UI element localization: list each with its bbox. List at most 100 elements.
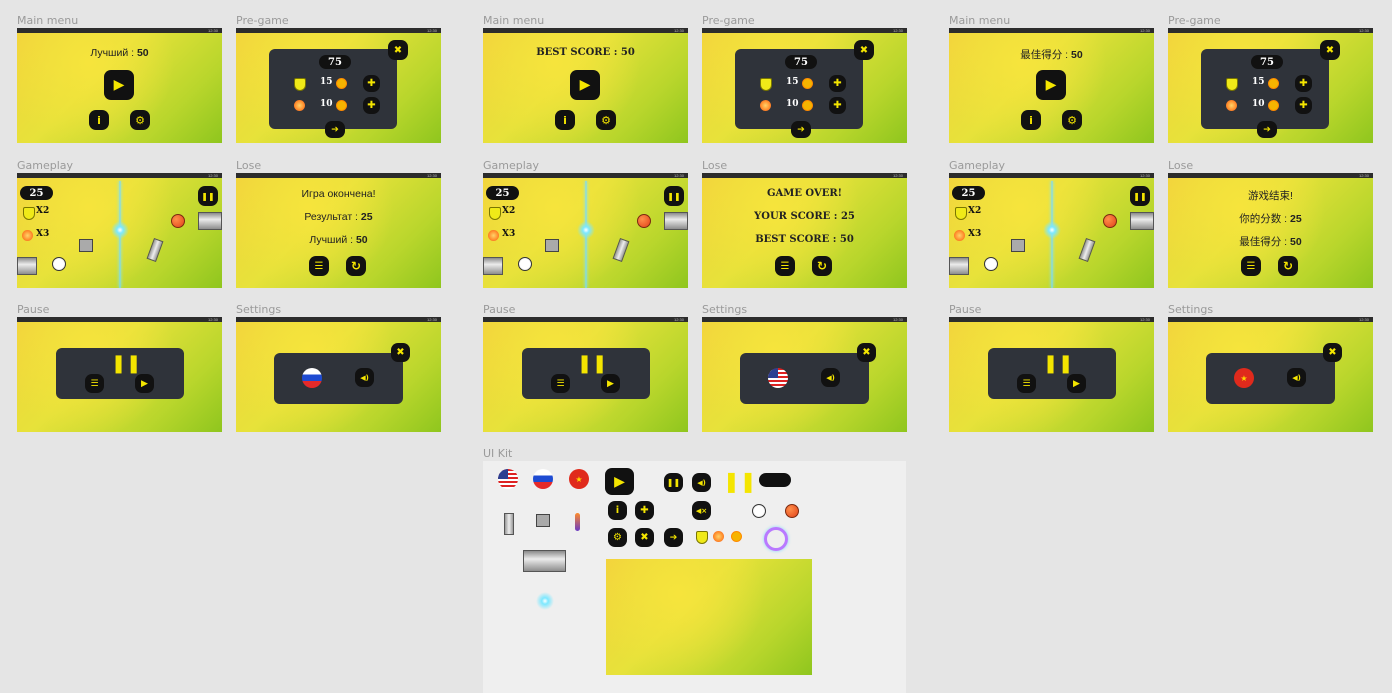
settings-button[interactable]: ⚙ <box>596 110 616 130</box>
menu-button[interactable]: ☰ <box>775 256 795 276</box>
language-flag-button[interactable] <box>302 368 322 388</box>
restart-button[interactable]: ↻ <box>1278 256 1298 276</box>
close-button[interactable]: ✖ <box>635 528 654 547</box>
sound-button[interactable]: ◀) <box>692 473 711 492</box>
shield-icon <box>23 207 35 220</box>
score-pill: 75 <box>785 55 817 69</box>
buy-gear-button[interactable]: ✚ <box>363 97 380 114</box>
resume-button[interactable]: ▶ <box>1067 374 1086 393</box>
your-score-label: YOUR SCORE : <box>754 211 841 222</box>
buy-gear-button[interactable]: ✚ <box>1295 97 1312 114</box>
close-button[interactable]: ✖ <box>1320 40 1340 60</box>
resume-button[interactable]: ▶ <box>601 374 620 393</box>
settings-button[interactable]: ⚙ <box>1062 110 1082 130</box>
close-button[interactable]: ✖ <box>391 343 410 362</box>
menu-button[interactable]: ☰ <box>85 374 104 393</box>
status-bar: 12:30 <box>17 317 222 322</box>
status-time: 12:30 <box>1358 317 1369 322</box>
gear-count: 10 <box>320 99 333 109</box>
status-time: 12:30 <box>1139 317 1150 322</box>
play-button[interactable]: ▶ <box>605 468 634 495</box>
status-bar: 12:30 <box>236 28 441 33</box>
menu-button[interactable]: ☰ <box>309 256 329 276</box>
cn-flag-icon[interactable]: ★ <box>569 469 589 489</box>
pause-button[interactable]: ❚❚ <box>1130 186 1150 206</box>
start-game-button[interactable]: ➔ <box>325 121 345 138</box>
buy-shield-button[interactable]: ✚ <box>363 75 380 92</box>
settings-panel <box>1206 353 1335 404</box>
status-time: 12:30 <box>1358 173 1369 178</box>
settings-button[interactable]: ⚙ <box>130 110 150 130</box>
buy-shield-button[interactable]: ✚ <box>829 75 846 92</box>
sparkle-icon <box>536 592 554 610</box>
pause-icon: ❚❚ <box>667 191 681 201</box>
play-button[interactable]: ▶ <box>104 70 134 100</box>
power-gear-icon <box>294 100 305 111</box>
pause-button[interactable]: ❚❚ <box>198 186 218 206</box>
close-button[interactable]: ✖ <box>857 343 876 362</box>
best-score-value: 50 <box>620 47 635 58</box>
pause-large-icon: ❚❚ <box>723 469 757 493</box>
frame-label: Settings <box>702 303 748 316</box>
language-flag-button[interactable]: ★ <box>1234 368 1254 388</box>
coin-icon <box>802 78 813 89</box>
sound-icon: ◀) <box>697 478 706 487</box>
coin-icon <box>731 531 742 542</box>
sound-button[interactable]: ◀) <box>355 368 374 387</box>
restart-icon: ↻ <box>816 259 828 273</box>
restart-button[interactable]: ↻ <box>346 256 366 276</box>
status-time: 12:30 <box>426 317 437 322</box>
best-score-value: 50 <box>839 234 854 245</box>
resume-button[interactable]: ▶ <box>135 374 154 393</box>
play-button[interactable]: ▶ <box>570 70 600 100</box>
restart-icon: ↻ <box>350 259 362 273</box>
shield-multiplier: X2 <box>502 206 516 216</box>
info-button[interactable]: i <box>608 501 627 520</box>
pre-game-screen: 12:30 75 ✖ 15 ✚ 10 ✚ ➔ <box>236 28 441 143</box>
buy-shield-button[interactable]: ✚ <box>1295 75 1312 92</box>
empty-pill-button[interactable] <box>759 473 791 487</box>
power-gear-icon <box>760 100 771 111</box>
sound-button[interactable]: ◀) <box>821 368 840 387</box>
status-time: 12:30 <box>1358 28 1369 33</box>
sparkle-effect <box>111 221 129 239</box>
mute-button[interactable]: ◀× <box>692 501 711 520</box>
pause-button[interactable]: ❚❚ <box>664 186 684 206</box>
info-button[interactable]: i <box>555 110 575 130</box>
buy-gear-icon: ✚ <box>1299 100 1308 111</box>
ring-icon <box>764 527 788 551</box>
us-flag-icon[interactable] <box>498 469 518 489</box>
buy-shield-icon: ✚ <box>833 78 842 89</box>
close-button[interactable]: ✖ <box>1323 343 1342 362</box>
info-button[interactable]: i <box>1021 110 1041 130</box>
buy-gear-button[interactable]: ✚ <box>829 97 846 114</box>
ru-flag-icon[interactable] <box>533 469 553 489</box>
your-score-label: 你的分数 : <box>1239 213 1291 225</box>
close-button[interactable]: ✖ <box>388 40 408 60</box>
frame-label: UI Kit <box>483 447 513 460</box>
close-icon: ✖ <box>862 347 871 358</box>
menu-button[interactable]: ☰ <box>551 374 570 393</box>
start-game-button[interactable]: ➔ <box>1257 121 1277 138</box>
info-button[interactable]: i <box>89 110 109 130</box>
next-button[interactable]: ➔ <box>664 528 683 547</box>
menu-button[interactable]: ☰ <box>1017 374 1036 393</box>
coin-icon <box>336 100 347 111</box>
language-flag-button[interactable] <box>768 368 788 388</box>
score-value: 75 <box>328 56 342 68</box>
menu-button[interactable]: ☰ <box>1241 256 1261 276</box>
plus-button[interactable]: ✚ <box>635 501 654 520</box>
pause-button[interactable]: ❚❚ <box>664 473 683 492</box>
rocket-obstacle-icon <box>575 513 580 531</box>
close-icon: ✖ <box>1328 347 1337 358</box>
restart-button[interactable]: ↻ <box>812 256 832 276</box>
play-button[interactable]: ▶ <box>1036 70 1066 100</box>
settings-button[interactable]: ⚙ <box>608 528 627 547</box>
start-game-button[interactable]: ➔ <box>791 121 811 138</box>
background-swatch <box>606 559 812 675</box>
close-button[interactable]: ✖ <box>854 40 874 60</box>
turret-obstacle <box>1011 239 1025 252</box>
main-menu-screen: 12:30 最佳得分 : 50 ▶ i ⚙ <box>949 28 1154 143</box>
sound-button[interactable]: ◀) <box>1287 368 1306 387</box>
menu-icon: ☰ <box>556 378 565 389</box>
